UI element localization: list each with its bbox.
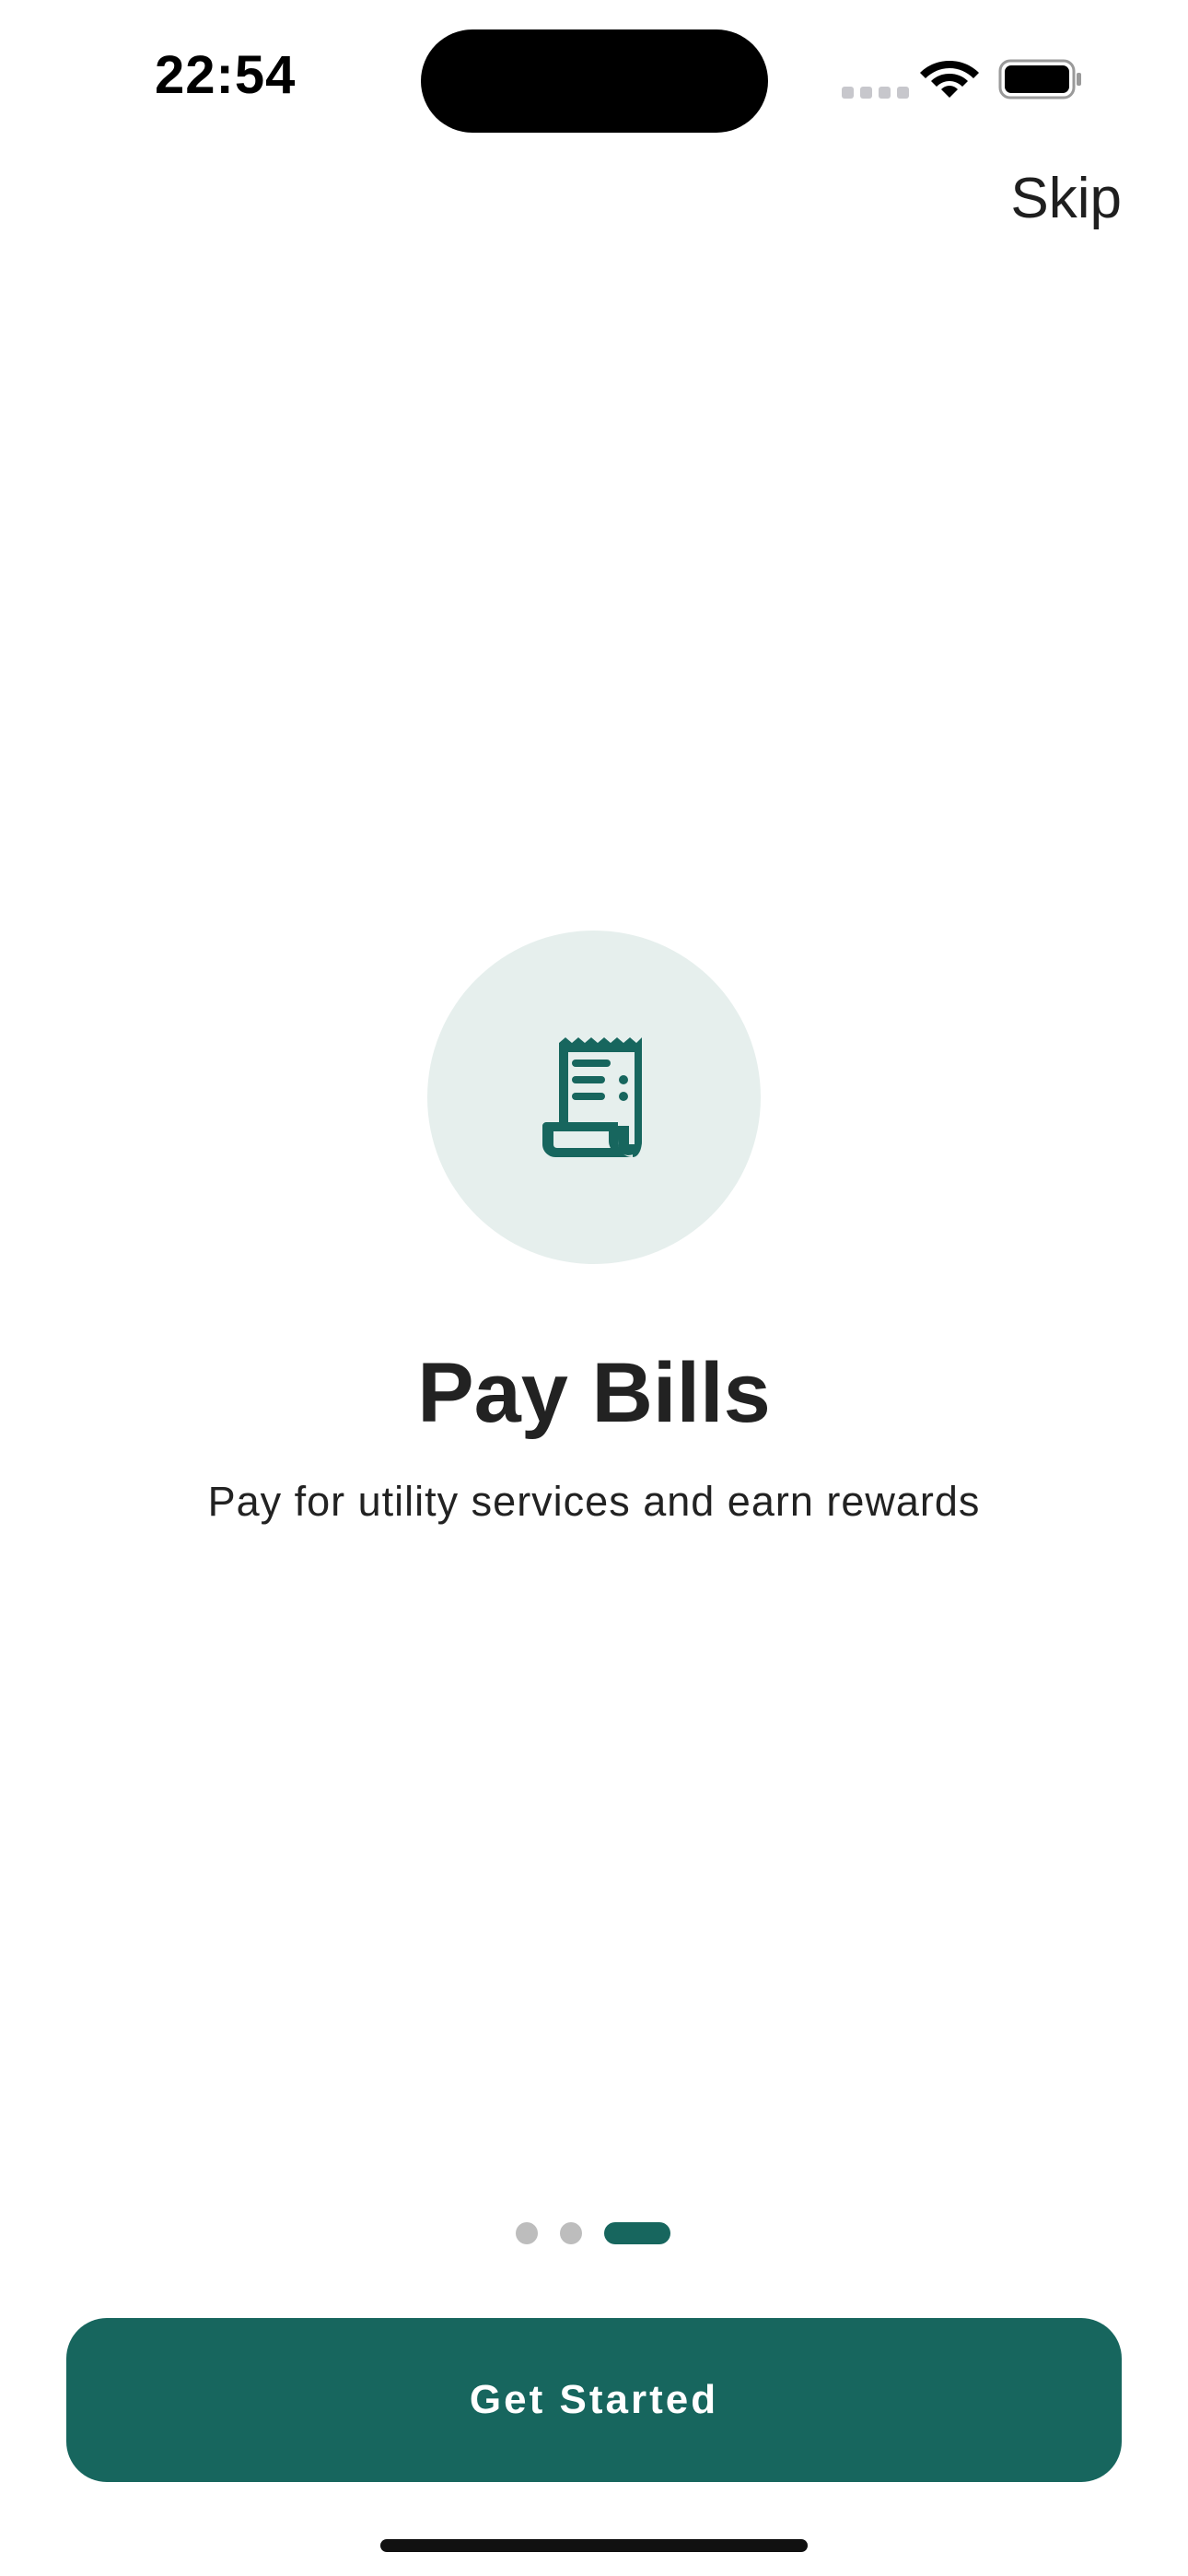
skip-button[interactable]: Skip bbox=[1010, 166, 1122, 231]
page-dot-1[interactable] bbox=[516, 2222, 538, 2244]
home-indicator[interactable] bbox=[380, 2539, 808, 2552]
status-time: 22:54 bbox=[155, 45, 297, 105]
onboarding-subtitle: Pay for utility services and earn reward… bbox=[207, 1478, 981, 1525]
dynamic-island bbox=[421, 29, 768, 133]
receipt-icon-container bbox=[427, 931, 761, 1264]
wifi-icon bbox=[920, 61, 979, 98]
signal-icon bbox=[842, 87, 909, 99]
onboarding-screen: 22:54 Skip Pay Bills Pay for utility ser… bbox=[0, 0, 1188, 2576]
receipt-icon bbox=[542, 1037, 642, 1157]
page-dot-3-active[interactable] bbox=[604, 2222, 670, 2244]
onboarding-title: Pay Bills bbox=[417, 1346, 771, 1440]
battery-icon bbox=[998, 59, 1081, 100]
page-dot-2[interactable] bbox=[560, 2222, 582, 2244]
get-started-button[interactable]: Get Started bbox=[66, 2318, 1122, 2482]
page-indicator bbox=[516, 2222, 670, 2244]
